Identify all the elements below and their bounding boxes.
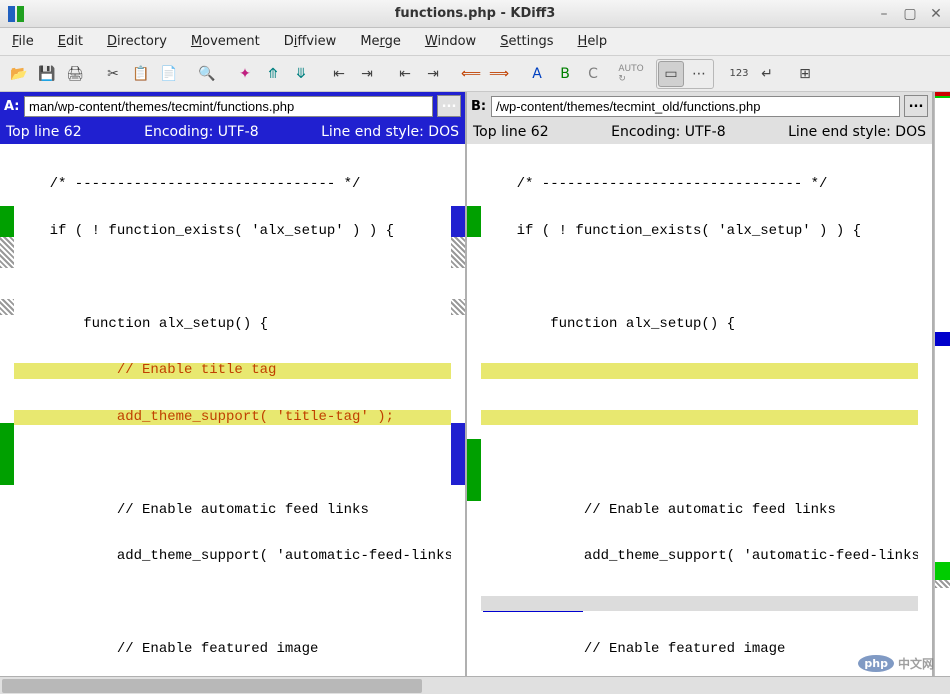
code-line-diff: [481, 363, 918, 379]
pane-a-code[interactable]: /* ------------------------------- */ if…: [0, 144, 465, 676]
pane-a-browse-button[interactable]: ...: [437, 95, 461, 117]
pane-b-topline: Top line 62: [473, 124, 549, 140]
code-line: [481, 270, 918, 286]
next-conflict-icon[interactable]: ⇥: [354, 61, 380, 87]
print-icon[interactable]: 🖨: [62, 61, 88, 87]
menu-diffview[interactable]: Diffview: [284, 34, 337, 49]
merge-next-icon[interactable]: ⟹: [486, 61, 512, 87]
select-a-icon[interactable]: A: [524, 61, 550, 87]
pane-a-header: A: ...: [0, 92, 465, 120]
code-line-diff: add_theme_support( 'title-tag' );: [14, 410, 451, 426]
pane-b-info: Top line 62 Encoding: UTF-8 Line end sty…: [467, 120, 932, 144]
show-numbers-icon[interactable]: 123: [726, 61, 752, 87]
menu-merge[interactable]: Merge: [360, 34, 401, 49]
code-line: [14, 596, 451, 612]
cut-icon[interactable]: ✂: [100, 61, 126, 87]
window-title: functions.php - KDiff3: [395, 6, 556, 21]
code-line: [481, 596, 918, 612]
pane-b-header: B: ...: [467, 92, 932, 120]
prev-unsolved-icon[interactable]: ⇤: [392, 61, 418, 87]
pane-b: B: ... Top line 62 Encoding: UTF-8 Line …: [467, 92, 934, 676]
code-line: function alx_setup() {: [481, 317, 918, 333]
auto-icon[interactable]: AUTO↻: [618, 61, 644, 87]
code-line-diff: [481, 410, 918, 426]
menu-window[interactable]: Window: [425, 34, 476, 49]
title-bar: functions.php - KDiff3 – ▢ ✕: [0, 0, 950, 28]
code-line: // Enable automatic feed links: [14, 503, 451, 519]
code-line: [14, 270, 451, 286]
pane-b-encoding: Encoding: UTF-8: [611, 124, 726, 140]
code-line: /* ------------------------------- */: [14, 177, 451, 193]
prev-diff-icon[interactable]: ⤊: [260, 61, 286, 87]
code-line: if ( ! function_exists( 'alx_setup' ) ) …: [481, 224, 918, 240]
wordwrap-icon[interactable]: ↵: [754, 61, 780, 87]
horizontal-scrollbar[interactable]: [0, 676, 950, 694]
watermark: php 中文网: [858, 655, 934, 672]
save-icon[interactable]: 💾: [34, 61, 60, 87]
code-line: add_theme_support( 'automatic-feed-links…: [481, 549, 918, 565]
app-icon: [8, 6, 24, 22]
goto-current-icon[interactable]: ✦: [232, 61, 258, 87]
next-diff-icon[interactable]: ⤋: [288, 61, 314, 87]
diff-overview[interactable]: [934, 92, 950, 676]
pane-a-label: A:: [4, 99, 20, 114]
pane-b-lineend: Line end style: DOS: [788, 124, 926, 140]
menu-help[interactable]: Help: [578, 34, 608, 49]
menu-movement[interactable]: Movement: [191, 34, 260, 49]
menu-settings[interactable]: Settings: [500, 34, 553, 49]
code-line: // Enable automatic feed links: [481, 503, 918, 519]
select-c-icon[interactable]: C: [580, 61, 606, 87]
show-linenumbers-icon[interactable]: ⋯: [686, 61, 712, 87]
code-line: [481, 456, 918, 472]
php-badge-icon: php: [858, 655, 894, 672]
menu-file[interactable]: File: [12, 34, 34, 49]
menu-edit[interactable]: Edit: [58, 34, 83, 49]
menu-directory[interactable]: Directory: [107, 34, 167, 49]
pane-a-path[interactable]: [24, 96, 433, 117]
code-line: // Enable featured image: [14, 642, 451, 658]
find-icon[interactable]: 🔍: [194, 61, 220, 87]
paste-icon[interactable]: 📄: [156, 61, 182, 87]
menu-bar: File Edit Directory Movement Diffview Me…: [0, 28, 950, 56]
code-line: if ( ! function_exists( 'alx_setup' ) ) …: [14, 224, 451, 240]
pane-b-label: B:: [471, 99, 487, 114]
code-line: function alx_setup() {: [14, 317, 451, 333]
code-line: add_theme_support( 'automatic-feed-links…: [14, 549, 451, 565]
pane-b-browse-button[interactable]: ...: [904, 95, 928, 117]
copy-icon[interactable]: 📋: [128, 61, 154, 87]
pane-a: A: ... Top line 62 Encoding: UTF-8 Line …: [0, 92, 467, 676]
maximize-icon[interactable]: ▢: [900, 4, 920, 24]
minimize-icon[interactable]: –: [874, 4, 894, 24]
pane-a-lineend: Line end style: DOS: [321, 124, 459, 140]
open-icon[interactable]: 📂: [6, 61, 32, 87]
code-line: [14, 456, 451, 472]
show-whitespace-icon[interactable]: ▭: [658, 61, 684, 87]
merge-prev-icon[interactable]: ⟸: [458, 61, 484, 87]
window-controls: – ▢ ✕: [874, 4, 946, 24]
code-line: /* ------------------------------- */: [481, 177, 918, 193]
pane-a-encoding: Encoding: UTF-8: [144, 124, 259, 140]
scrollbar-thumb[interactable]: [2, 679, 422, 693]
close-icon[interactable]: ✕: [926, 4, 946, 24]
watermark-text: 中文网: [898, 655, 934, 672]
prev-conflict-icon[interactable]: ⇤: [326, 61, 352, 87]
code-line-diff: // Enable title tag: [14, 363, 451, 379]
select-b-icon[interactable]: B: [552, 61, 578, 87]
toolbar: 📂 💾 🖨 ✂ 📋 📄 🔍 ✦ ⤊ ⤋ ⇤ ⇥ ⇤ ⇥ ⟸ ⟹ A B C AU…: [0, 56, 950, 92]
split-icon[interactable]: ⊞: [792, 61, 818, 87]
next-unsolved-icon[interactable]: ⇥: [420, 61, 446, 87]
code-line: // Enable featured image: [481, 642, 918, 658]
pane-b-path[interactable]: [491, 96, 900, 117]
diff-panes: A: ... Top line 62 Encoding: UTF-8 Line …: [0, 92, 950, 676]
pane-b-code[interactable]: /* ------------------------------- */ if…: [467, 144, 932, 676]
pane-a-topline: Top line 62: [6, 124, 82, 140]
pane-a-info: Top line 62 Encoding: UTF-8 Line end sty…: [0, 120, 465, 144]
